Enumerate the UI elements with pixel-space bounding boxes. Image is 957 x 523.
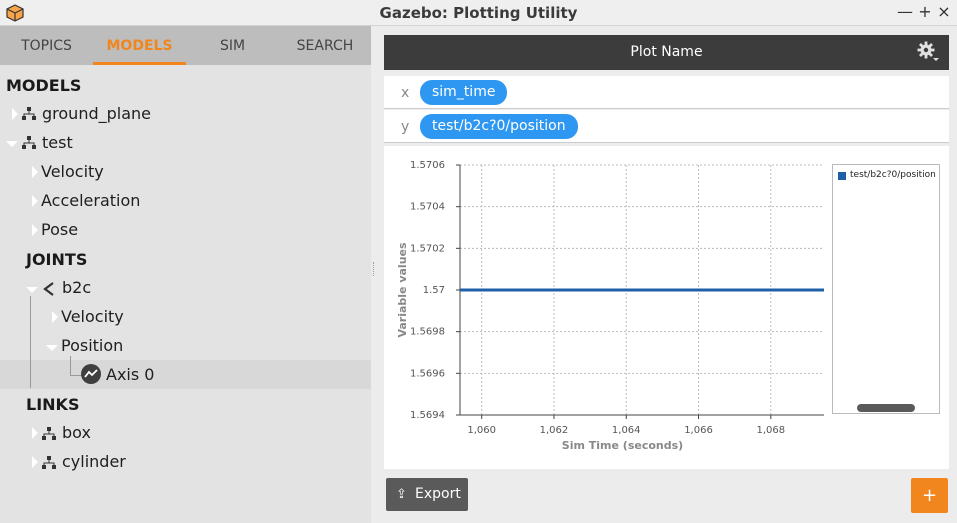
add-plot-button[interactable]: + bbox=[911, 478, 948, 513]
x-variable-row: x sim_time bbox=[384, 76, 949, 109]
tree-item-pose[interactable]: Pose bbox=[41, 220, 78, 239]
tree-item-joint-b2c[interactable]: b2c bbox=[62, 278, 91, 297]
close-button[interactable]: × bbox=[936, 2, 952, 21]
x-tick-label: 1,062 bbox=[540, 425, 569, 436]
x-tick-label: 1,068 bbox=[756, 425, 785, 436]
title-bar: Gazebo: Plotting Utility — + × bbox=[0, 0, 957, 26]
y-tick-label: 1.5698 bbox=[410, 327, 445, 338]
y-tick-label: 1.5704 bbox=[410, 202, 445, 213]
x-tick-label: 1,060 bbox=[467, 425, 496, 436]
x-axis-label: Sim Time (seconds) bbox=[562, 439, 683, 452]
models-section-header: MODELS bbox=[6, 76, 82, 95]
expand-arrow-icon[interactable] bbox=[32, 166, 38, 178]
y-tick-label: 1.57 bbox=[423, 285, 445, 296]
plot-panel: Plot Name x sim_time y test/b2c?0/positi… bbox=[384, 26, 957, 523]
left-panel: TOPICS MODELS SIM SEARCH MODELS ground_p… bbox=[0, 26, 371, 523]
minimize-button[interactable]: — bbox=[897, 2, 913, 21]
y-variable-row: y test/b2c?0/position bbox=[384, 110, 949, 143]
upload-icon: ⇪ bbox=[396, 487, 407, 502]
tab-models[interactable]: MODELS bbox=[93, 38, 186, 54]
tree-item-link-cylinder[interactable]: cylinder bbox=[62, 452, 126, 471]
splitter-grip[interactable] bbox=[373, 262, 375, 276]
y-variable-pill[interactable]: test/b2c?0/position bbox=[420, 114, 578, 139]
tree-item-velocity[interactable]: Velocity bbox=[41, 162, 104, 181]
joint-icon bbox=[43, 282, 54, 296]
collapse-arrow-icon[interactable] bbox=[6, 141, 18, 147]
gear-icon[interactable] bbox=[917, 41, 939, 63]
chart-canvas[interactable]: 1,060 1,062 1,064 1,066 1,068 1.5694 1.5696 1.5… bbox=[384, 146, 824, 469]
tab-topics[interactable]: TOPICS bbox=[0, 38, 93, 54]
export-button[interactable]: ⇪ Export bbox=[386, 478, 468, 511]
y-tick-label: 1.5702 bbox=[410, 243, 445, 254]
expand-arrow-icon[interactable] bbox=[32, 456, 38, 468]
tab-search[interactable]: SEARCH bbox=[279, 38, 371, 54]
model-icon bbox=[22, 136, 36, 149]
plot-header: Plot Name bbox=[384, 35, 949, 70]
maximize-button[interactable]: + bbox=[917, 2, 933, 21]
tree-connector bbox=[30, 296, 31, 388]
tree-item-test[interactable]: test bbox=[42, 133, 73, 152]
plot-area[interactable]: 1,060 1,062 1,064 1,066 1,068 1.5694 1.5696 1.5… bbox=[384, 146, 949, 469]
tree-item-joint-velocity[interactable]: Velocity bbox=[61, 307, 124, 326]
expand-arrow-icon[interactable] bbox=[32, 195, 38, 207]
y-tick-label: 1.5694 bbox=[410, 410, 445, 421]
tree-item-ground-plane[interactable]: ground_plane bbox=[42, 104, 151, 123]
tab-bar: TOPICS MODELS SIM SEARCH bbox=[0, 26, 371, 65]
collapse-arrow-icon[interactable] bbox=[46, 345, 58, 351]
links-section-header: LINKS bbox=[26, 395, 80, 414]
y-tick-label: 1.5696 bbox=[410, 368, 445, 379]
x-tick-label: 1,064 bbox=[612, 425, 641, 436]
expand-arrow-icon[interactable] bbox=[32, 427, 38, 439]
y-axis-letter: y bbox=[401, 119, 410, 135]
expand-arrow-icon[interactable] bbox=[52, 311, 58, 323]
link-icon bbox=[42, 456, 56, 469]
model-icon bbox=[22, 107, 36, 120]
tree-item-joint-position[interactable]: Position bbox=[61, 336, 123, 355]
window-title: Gazebo: Plotting Utility bbox=[379, 4, 578, 22]
link-icon bbox=[42, 427, 56, 440]
plot-name-label[interactable]: Plot Name bbox=[384, 44, 949, 60]
chart-legend: test/b2c?0/position bbox=[832, 164, 940, 414]
active-tab-indicator bbox=[93, 62, 186, 65]
legend-swatch bbox=[838, 172, 846, 180]
y-tick-label: 1.5706 bbox=[410, 160, 445, 171]
y-axis-label: Variable values bbox=[396, 242, 409, 338]
tab-sim[interactable]: SIM bbox=[186, 38, 279, 54]
tree-item-acceleration[interactable]: Acceleration bbox=[41, 191, 140, 210]
x-variable-pill[interactable]: sim_time bbox=[420, 80, 508, 105]
joints-section-header: JOINTS bbox=[26, 250, 88, 269]
legend-label: test/b2c?0/position bbox=[850, 170, 936, 180]
x-axis-letter: x bbox=[401, 85, 410, 101]
expand-arrow-icon[interactable] bbox=[32, 224, 38, 236]
export-button-label: Export bbox=[415, 486, 461, 502]
legend-scrollbar[interactable] bbox=[857, 404, 915, 412]
tree-item-axis-0[interactable]: Axis 0 bbox=[106, 365, 154, 384]
tree-connector bbox=[70, 356, 71, 376]
x-tick-label: 1,066 bbox=[684, 425, 713, 436]
collapse-arrow-icon[interactable] bbox=[26, 287, 38, 293]
tree-item-link-box[interactable]: box bbox=[62, 423, 91, 442]
selected-row-highlight bbox=[0, 360, 371, 389]
plot-line-icon bbox=[81, 364, 101, 384]
expand-arrow-icon[interactable] bbox=[12, 108, 18, 120]
